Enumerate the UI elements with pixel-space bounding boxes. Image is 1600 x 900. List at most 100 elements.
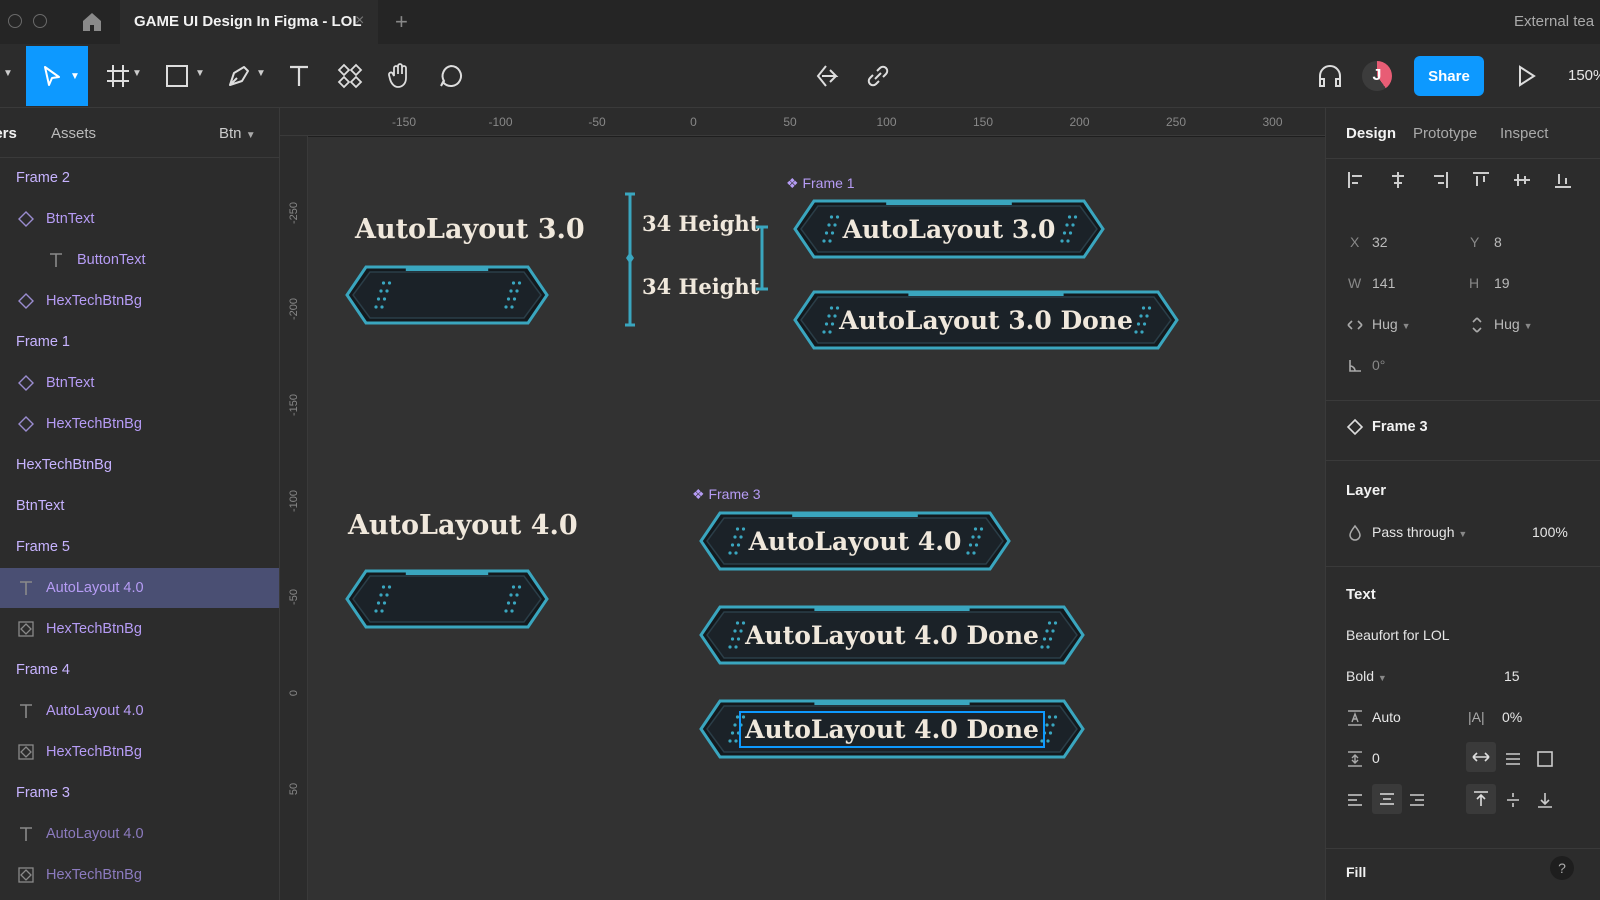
rectangle-icon[interactable] xyxy=(163,62,191,90)
align-left-icon[interactable] xyxy=(1346,170,1366,190)
frame-icon[interactable] xyxy=(104,62,132,90)
comment-icon[interactable] xyxy=(437,62,465,90)
align-center-vertical-icon[interactable] xyxy=(1512,170,1532,190)
hextech-button[interactable]: AutoLayout 4.0 xyxy=(698,509,1012,573)
paragraph-spacing-field[interactable]: 0 xyxy=(1372,750,1380,766)
text-align-bottom-icon[interactable] xyxy=(1536,791,1554,809)
layer-row[interactable]: ButtonText xyxy=(0,240,279,280)
chevron-down-icon: ▼ xyxy=(1401,321,1411,331)
h-field[interactable]: 19 xyxy=(1494,275,1510,291)
tab-assets[interactable]: Assets xyxy=(51,125,96,142)
help-button[interactable]: ? xyxy=(1550,856,1574,880)
layer-row[interactable]: Frame 3 xyxy=(0,773,279,813)
font-weight-select[interactable]: Bold ▼ xyxy=(1346,668,1387,684)
height-mode-select[interactable]: Hug ▼ xyxy=(1494,316,1533,332)
hextech-button[interactable]: AutoLayout 3.0 Done xyxy=(792,288,1180,352)
window-control-icon[interactable] xyxy=(33,14,47,28)
page-selector[interactable]: Btn ▼ xyxy=(219,125,256,142)
align-center-horizontal-icon[interactable] xyxy=(1388,170,1408,190)
tab-file[interactable]: GAME UI Design In Figma - LOL × xyxy=(120,0,378,44)
layer-row[interactable]: BtnText xyxy=(0,199,279,239)
text-icon[interactable] xyxy=(285,62,313,90)
share-button[interactable]: Share xyxy=(1414,56,1484,96)
chevron-down-icon[interactable]: ▼ xyxy=(3,68,13,79)
link-icon[interactable] xyxy=(864,62,892,90)
window-control-icon[interactable] xyxy=(8,14,22,28)
layer-row[interactable]: HexTechBtnBg xyxy=(0,281,279,321)
heading-autolayout-3[interactable]: AutoLayout 3.0 xyxy=(355,214,585,245)
zoom-level[interactable]: 150% xyxy=(1568,67,1600,84)
hextech-button[interactable]: AutoLayout 4.0 Done xyxy=(698,603,1086,667)
y-field[interactable]: 8 xyxy=(1494,234,1502,250)
font-family-select[interactable]: Beaufort for LOL xyxy=(1346,627,1450,643)
layer-row[interactable]: HexTechBtnBg xyxy=(0,855,279,895)
hand-icon[interactable] xyxy=(386,62,414,90)
components-icon[interactable] xyxy=(336,62,364,90)
layer-row[interactable]: BtnText xyxy=(0,486,279,526)
headphones-icon[interactable] xyxy=(1316,62,1344,90)
layer-row[interactable]: HexTechBtnBg xyxy=(0,404,279,444)
w-field[interactable]: 141 xyxy=(1372,275,1395,291)
component-icon: ❖ xyxy=(786,175,799,191)
blend-mode-select[interactable]: Pass through ▼ xyxy=(1372,524,1467,540)
layer-row[interactable]: HexTechBtnBg xyxy=(0,732,279,772)
chevron-down-icon[interactable]: ▼ xyxy=(132,68,142,79)
frame-label[interactable]: ❖ Frame 1 xyxy=(786,175,855,192)
avatar[interactable]: J xyxy=(1362,61,1392,91)
frame-label-text: Frame 3 xyxy=(708,486,761,502)
tab-prototype[interactable]: Prototype xyxy=(1413,125,1477,142)
font-size-field[interactable]: 15 xyxy=(1504,668,1520,684)
tab-layers[interactable]: yers xyxy=(0,125,17,142)
canvas[interactable]: AutoLayout 3.0 AutoLayout 4.0 34 Height … xyxy=(308,137,1325,900)
text-align-right-icon[interactable] xyxy=(1408,791,1426,809)
frame-label[interactable]: ❖ Frame 3 xyxy=(692,486,761,503)
layer-row[interactable]: Frame 5 xyxy=(0,527,279,567)
pen-icon[interactable] xyxy=(225,62,253,90)
layer-row[interactable]: BtnText xyxy=(0,363,279,403)
fixed-size-icon[interactable] xyxy=(1536,750,1554,768)
chevron-down-icon[interactable]: ▼ xyxy=(195,68,205,79)
heading-autolayout-4[interactable]: AutoLayout 4.0 xyxy=(348,510,578,541)
width-mode-select[interactable]: Hug ▼ xyxy=(1372,316,1411,332)
align-bottom-icon[interactable] xyxy=(1553,170,1573,190)
component-name[interactable]: Frame 3 xyxy=(1372,419,1428,435)
align-top-icon[interactable] xyxy=(1471,170,1491,190)
button-text[interactable]: AutoLayout 4.0 Done xyxy=(739,710,1045,748)
layer-row[interactable]: Frame 1 xyxy=(0,322,279,362)
auto-width-toggle[interactable] xyxy=(1466,742,1496,772)
prototype-icon[interactable] xyxy=(814,62,842,90)
tab-design[interactable]: Design xyxy=(1346,125,1396,142)
text-align-center-toggle[interactable] xyxy=(1372,784,1402,814)
text-align-top-toggle[interactable] xyxy=(1466,784,1496,814)
empty-hextech-button[interactable] xyxy=(344,567,550,631)
layer-row[interactable]: HexTechBtnBg xyxy=(0,445,279,485)
layer-row[interactable]: Frame 2 xyxy=(0,158,279,198)
add-tab-icon[interactable]: + xyxy=(395,9,408,35)
auto-height-icon[interactable] xyxy=(1504,750,1522,768)
hextech-button[interactable]: AutoLayout 3.0 xyxy=(792,197,1106,261)
rotation-field[interactable]: 0° xyxy=(1372,357,1385,373)
external-teams-label[interactable]: External tea xyxy=(1514,13,1594,30)
layer-row[interactable]: AutoLayout 4.0 xyxy=(0,568,279,608)
layer-row[interactable]: Frame 4 xyxy=(0,650,279,690)
hextech-button-selected[interactable]: AutoLayout 4.0 Done xyxy=(698,697,1086,761)
layer-row[interactable]: AutoLayout 4.0 xyxy=(0,691,279,731)
line-height-field[interactable]: Auto xyxy=(1372,709,1401,725)
home-icon[interactable] xyxy=(80,10,104,34)
play-icon[interactable] xyxy=(1512,62,1540,90)
x-field[interactable]: 32 xyxy=(1372,234,1388,250)
empty-hextech-button[interactable] xyxy=(344,263,550,327)
move-tool-button[interactable]: ▼ xyxy=(26,46,88,106)
opacity-field[interactable]: 100% xyxy=(1532,524,1568,540)
align-right-icon[interactable] xyxy=(1430,170,1450,190)
text-align-middle-icon[interactable] xyxy=(1504,791,1522,809)
letter-spacing-field[interactable]: 0% xyxy=(1502,709,1522,725)
hextech-button-background xyxy=(345,569,549,629)
layer-label: HexTechBtnBg xyxy=(46,621,142,637)
layer-row[interactable]: HexTechBtnBg xyxy=(0,609,279,649)
text-align-left-icon[interactable] xyxy=(1346,791,1364,809)
chevron-down-icon[interactable]: ▼ xyxy=(256,68,266,79)
layer-row[interactable]: AutoLayout 4.0 xyxy=(0,814,279,854)
tab-inspect[interactable]: Inspect xyxy=(1500,125,1548,142)
close-icon[interactable]: × xyxy=(355,12,364,30)
